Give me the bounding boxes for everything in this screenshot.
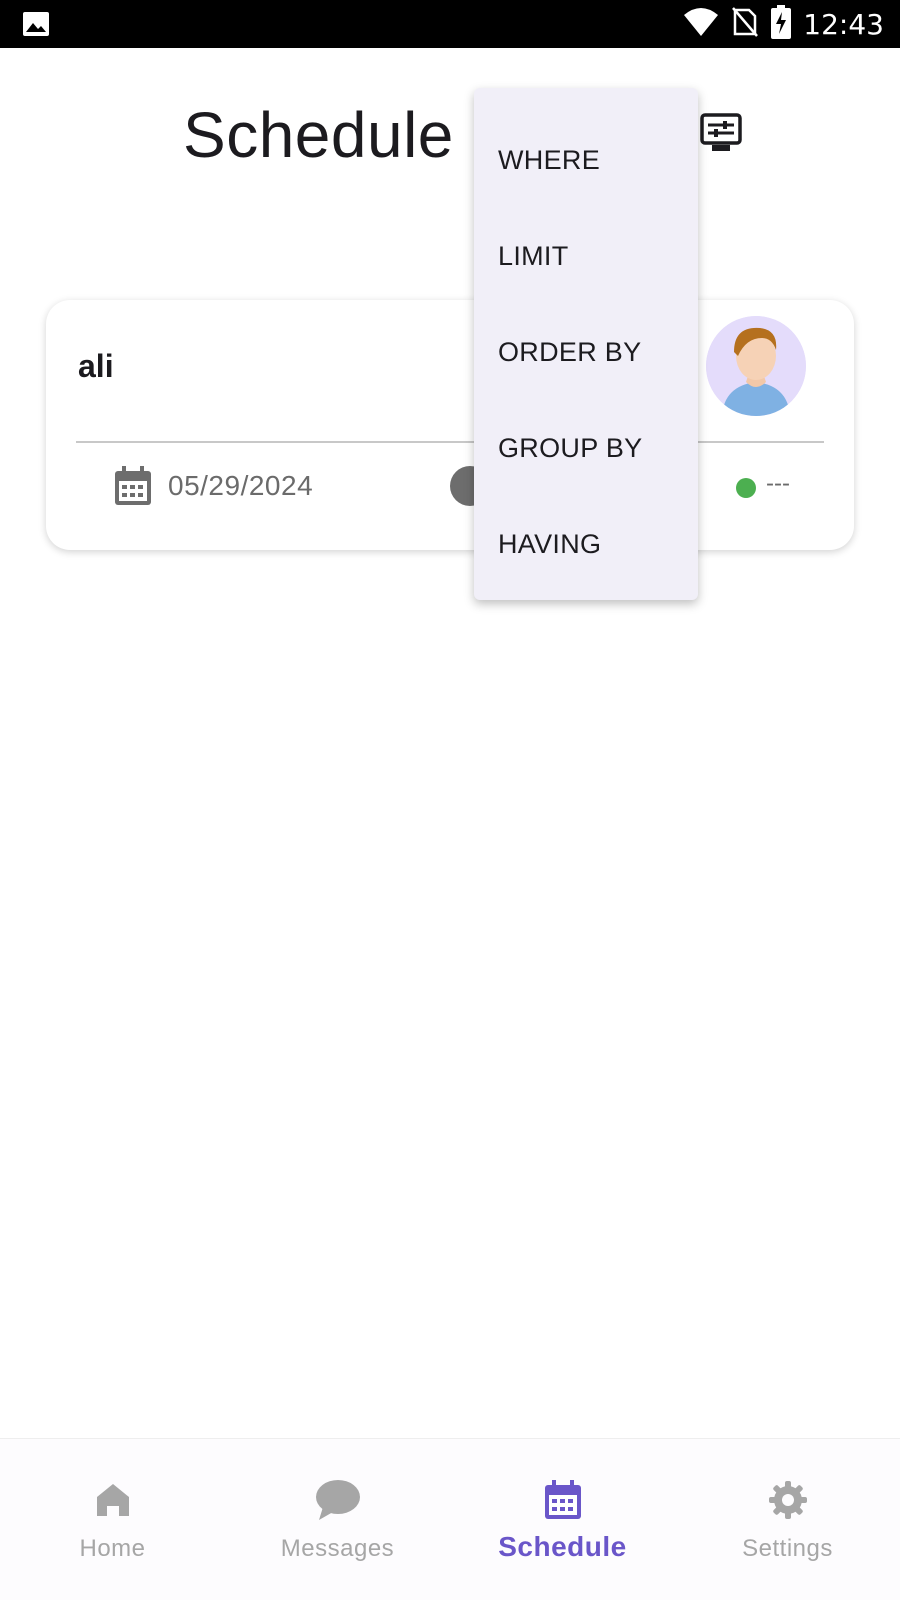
status-time: 12:43 bbox=[803, 7, 884, 41]
nav-label-home: Home bbox=[79, 1535, 146, 1562]
menu-item-where[interactable]: WHERE bbox=[474, 112, 698, 208]
appointment-status: --- bbox=[766, 470, 790, 497]
calendar-icon bbox=[114, 466, 152, 511]
menu-item-order-by[interactable]: ORDER BY bbox=[474, 304, 698, 400]
menu-item-having[interactable]: HAVING bbox=[474, 496, 698, 592]
nav-label-messages: Messages bbox=[280, 1535, 395, 1562]
nav-label-settings: Settings bbox=[742, 1535, 833, 1562]
nav-label-schedule: Schedule bbox=[498, 1531, 627, 1562]
nav-item-schedule[interactable]: Schedule bbox=[450, 1439, 675, 1600]
nav-item-messages[interactable]: Messages bbox=[225, 1439, 450, 1600]
nav-item-home[interactable]: Home bbox=[0, 1439, 225, 1600]
no-sim-icon bbox=[731, 6, 759, 43]
menu-item-limit[interactable]: LIMIT bbox=[474, 208, 698, 304]
wifi-icon bbox=[683, 7, 719, 42]
patient-name: ali bbox=[78, 348, 114, 384]
appointment-card[interactable]: ali 05/29/2024 --- bbox=[46, 300, 854, 550]
nav-item-settings[interactable]: Settings bbox=[675, 1439, 900, 1600]
card-divider bbox=[76, 441, 824, 443]
appointment-date: 05/29/2024 bbox=[168, 470, 314, 501]
avatar bbox=[706, 316, 806, 416]
image-notification-icon bbox=[22, 11, 50, 42]
gear-icon bbox=[765, 1477, 811, 1523]
status-bar: 12:43 bbox=[0, 0, 900, 48]
filter-button[interactable] bbox=[700, 112, 742, 158]
status-indicator bbox=[736, 478, 756, 498]
chat-bubble-icon bbox=[315, 1477, 361, 1523]
calendar-icon bbox=[540, 1477, 586, 1523]
page-title: Schedule bbox=[183, 99, 454, 171]
filter-menu: WHERE LIMIT ORDER BY GROUP BY HAVING bbox=[474, 88, 698, 600]
home-icon bbox=[90, 1477, 136, 1523]
filter-settings-icon bbox=[700, 112, 742, 158]
bottom-navigation: Home Messages Schedule Settings bbox=[0, 1438, 900, 1600]
battery-charging-icon bbox=[771, 4, 792, 44]
menu-item-group-by[interactable]: GROUP BY bbox=[474, 400, 698, 496]
